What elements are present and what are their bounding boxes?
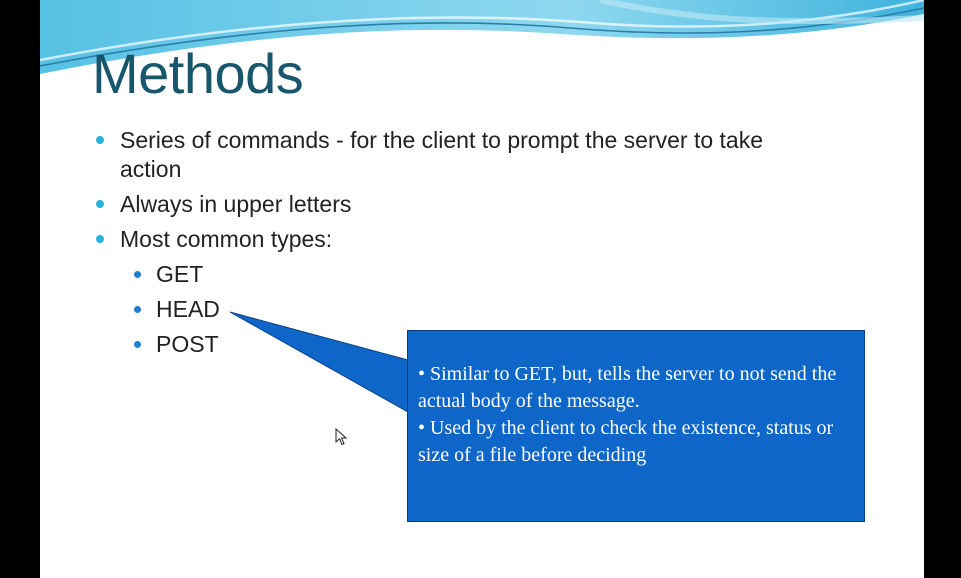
sub-bullet-text: POST <box>156 331 219 357</box>
sub-bullet-text: HEAD <box>156 296 220 322</box>
presentation-slide: Methods Series of commands - for the cli… <box>40 0 924 578</box>
callout-box: • Similar to GET, but, tells the server … <box>407 330 865 522</box>
bullet-text: Always in upper letters <box>120 191 352 217</box>
sub-bullet-dot-icon <box>134 306 141 313</box>
callout-line: • Used by the client to check the existe… <box>418 417 834 466</box>
callout-line: • Similar to GET, but, tells the server … <box>418 363 837 412</box>
bullet-dot-icon <box>96 200 104 208</box>
sub-bullet-item: GET <box>126 260 830 289</box>
bullet-text: Series of commands - for the client to p… <box>120 127 764 182</box>
bullet-item: Always in upper letters <box>90 190 830 219</box>
sub-bullet-item: HEAD <box>126 295 830 324</box>
sub-bullet-text: GET <box>156 261 204 287</box>
bullet-dot-icon <box>96 235 104 243</box>
bullet-item: Series of commands - for the client to p… <box>90 126 830 184</box>
bullet-dot-icon <box>96 136 104 144</box>
screen: Methods Series of commands - for the cli… <box>0 0 961 578</box>
mouse-pointer-icon <box>335 428 348 446</box>
sub-bullet-dot-icon <box>134 271 141 278</box>
slide-title: Methods <box>92 42 304 105</box>
bullet-text: Most common types: <box>120 226 333 252</box>
sub-bullet-dot-icon <box>134 341 141 348</box>
